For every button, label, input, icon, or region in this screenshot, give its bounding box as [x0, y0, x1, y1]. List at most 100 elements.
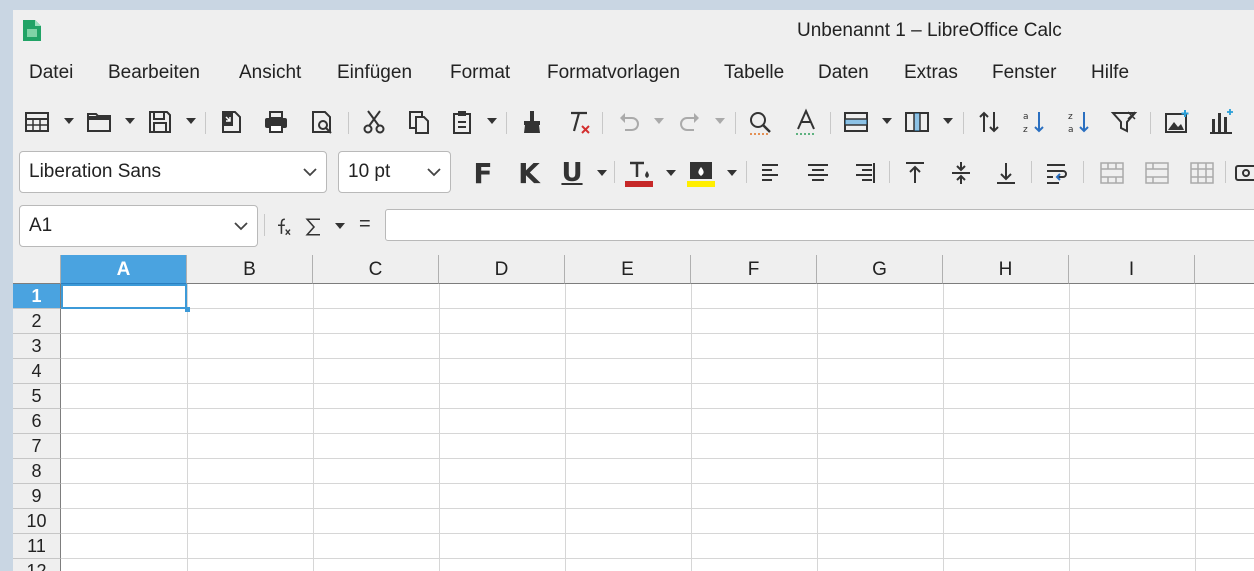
chevron-down-icon[interactable]	[654, 114, 664, 128]
chevron-down-icon[interactable]	[335, 219, 345, 233]
open-folder-icon[interactable]	[83, 106, 115, 138]
chevron-down-icon[interactable]	[186, 114, 196, 128]
align-top-icon[interactable]	[899, 157, 931, 189]
align-center-icon[interactable]	[802, 157, 834, 189]
align-bottom-icon[interactable]	[990, 157, 1022, 189]
copy-icon[interactable]	[403, 106, 435, 138]
row-header-2[interactable]: 2	[13, 309, 61, 334]
chevron-down-icon[interactable]	[487, 114, 497, 128]
center-vertically-icon[interactable]	[945, 157, 977, 189]
menu-einfuegen[interactable]: Einfügen	[335, 58, 414, 88]
column-header-d[interactable]: D	[439, 255, 565, 284]
row-header-1[interactable]: 1	[13, 284, 61, 309]
align-left-icon[interactable]	[756, 157, 788, 189]
chevron-down-icon[interactable]	[64, 114, 74, 128]
spelling-icon[interactable]	[790, 106, 822, 138]
name-box[interactable]: A1	[19, 205, 258, 247]
formula-input[interactable]	[385, 209, 1254, 241]
menu-format[interactable]: Format	[448, 58, 512, 88]
chevron-down-icon[interactable]	[943, 114, 953, 128]
insert-image-icon[interactable]	[1161, 106, 1193, 138]
row-header-10[interactable]: 10	[13, 509, 61, 534]
row-header-6[interactable]: 6	[13, 409, 61, 434]
formula-equals-button[interactable]: =	[359, 213, 371, 236]
menu-hilfe[interactable]: Hilfe	[1089, 58, 1131, 88]
chevron-down-icon[interactable]	[666, 166, 676, 180]
font-name-combobox[interactable]: Liberation Sans	[19, 151, 327, 193]
toolbar-separator	[746, 161, 747, 183]
column-icon[interactable]	[901, 106, 933, 138]
active-cell-a1[interactable]	[61, 284, 187, 309]
chevron-down-icon[interactable]	[882, 114, 892, 128]
spreadsheet-grid[interactable]: A B C D E F G H I 1 2 3 4 5 6 7 8 9 10 1…	[13, 255, 1254, 571]
menu-extras[interactable]: Extras	[902, 58, 960, 88]
cut-icon[interactable]	[358, 106, 390, 138]
row-header-7[interactable]: 7	[13, 434, 61, 459]
svg-text:z: z	[1023, 125, 1028, 135]
underline-button[interactable]: U	[556, 157, 588, 189]
menu-fenster[interactable]: Fenster	[990, 58, 1058, 88]
menu-tabelle[interactable]: Tabelle	[722, 58, 786, 88]
chevron-down-icon[interactable]	[426, 165, 442, 179]
chevron-down-icon[interactable]	[727, 166, 737, 180]
clear-formatting-icon[interactable]	[563, 106, 595, 138]
menu-daten[interactable]: Daten	[816, 58, 871, 88]
menu-ansicht[interactable]: Ansicht	[237, 58, 303, 88]
print-icon[interactable]	[260, 106, 292, 138]
highlight-color-icon[interactable]	[685, 157, 717, 189]
chevron-down-icon[interactable]	[302, 165, 318, 179]
clone-formatting-icon[interactable]	[516, 106, 548, 138]
column-header-partial[interactable]	[1195, 255, 1254, 284]
autofill-handle[interactable]	[185, 307, 190, 312]
paste-icon[interactable]	[447, 106, 479, 138]
menu-datei[interactable]: Datei	[27, 58, 75, 88]
column-header-a[interactable]: A	[61, 255, 187, 284]
table-grid-icon[interactable]	[21, 106, 53, 138]
sort-icon[interactable]	[973, 106, 1005, 138]
function-wizard-icon[interactable]	[271, 211, 297, 243]
row-header-11[interactable]: 11	[13, 534, 61, 559]
row-header-9[interactable]: 9	[13, 484, 61, 509]
autofilter-icon[interactable]	[1108, 106, 1140, 138]
italic-button[interactable]: K	[513, 157, 545, 190]
export-pdf-icon[interactable]	[215, 106, 247, 138]
menu-bearbeiten[interactable]: Bearbeiten	[106, 58, 202, 88]
currency-format-icon[interactable]	[1232, 157, 1254, 189]
redo-icon[interactable]	[674, 106, 706, 138]
row-header-12[interactable]: 12	[13, 559, 61, 571]
row-icon[interactable]	[840, 106, 872, 138]
chevron-down-icon[interactable]	[233, 219, 249, 233]
sum-icon[interactable]	[301, 211, 327, 243]
bold-button[interactable]: F	[467, 157, 499, 190]
column-header-h[interactable]: H	[943, 255, 1069, 284]
menu-formatvorlagen[interactable]: Formatvorlagen	[545, 58, 682, 88]
column-header-i[interactable]: I	[1069, 255, 1195, 284]
print-preview-icon[interactable]	[306, 106, 338, 138]
sort-ascending-icon[interactable]: az	[1018, 106, 1050, 138]
find-replace-icon[interactable]	[744, 106, 776, 138]
column-header-e[interactable]: E	[565, 255, 691, 284]
chevron-down-icon[interactable]	[125, 114, 135, 128]
font-color-icon[interactable]	[623, 157, 655, 189]
sort-descending-icon[interactable]: za	[1063, 106, 1095, 138]
wrap-text-icon[interactable]	[1041, 157, 1073, 189]
column-header-c[interactable]: C	[313, 255, 439, 284]
font-size-combobox[interactable]: 10 pt	[338, 151, 451, 193]
row-header-8[interactable]: 8	[13, 459, 61, 484]
column-header-f[interactable]: F	[691, 255, 817, 284]
save-icon[interactable]	[144, 106, 176, 138]
chevron-down-icon[interactable]	[597, 166, 607, 180]
chevron-down-icon[interactable]	[715, 114, 725, 128]
merge-center-icon[interactable]	[1141, 157, 1173, 189]
column-header-g[interactable]: G	[817, 255, 943, 284]
merge-cells-icon[interactable]	[1096, 157, 1128, 189]
column-header-b[interactable]: B	[187, 255, 313, 284]
row-header-3[interactable]: 3	[13, 334, 61, 359]
row-header-4[interactable]: 4	[13, 359, 61, 384]
insert-chart-icon[interactable]	[1205, 106, 1237, 138]
row-header-5[interactable]: 5	[13, 384, 61, 409]
align-right-icon[interactable]	[848, 157, 880, 189]
select-all-corner[interactable]	[13, 255, 61, 284]
unmerge-cells-icon[interactable]	[1186, 157, 1218, 189]
undo-icon[interactable]	[613, 106, 645, 138]
